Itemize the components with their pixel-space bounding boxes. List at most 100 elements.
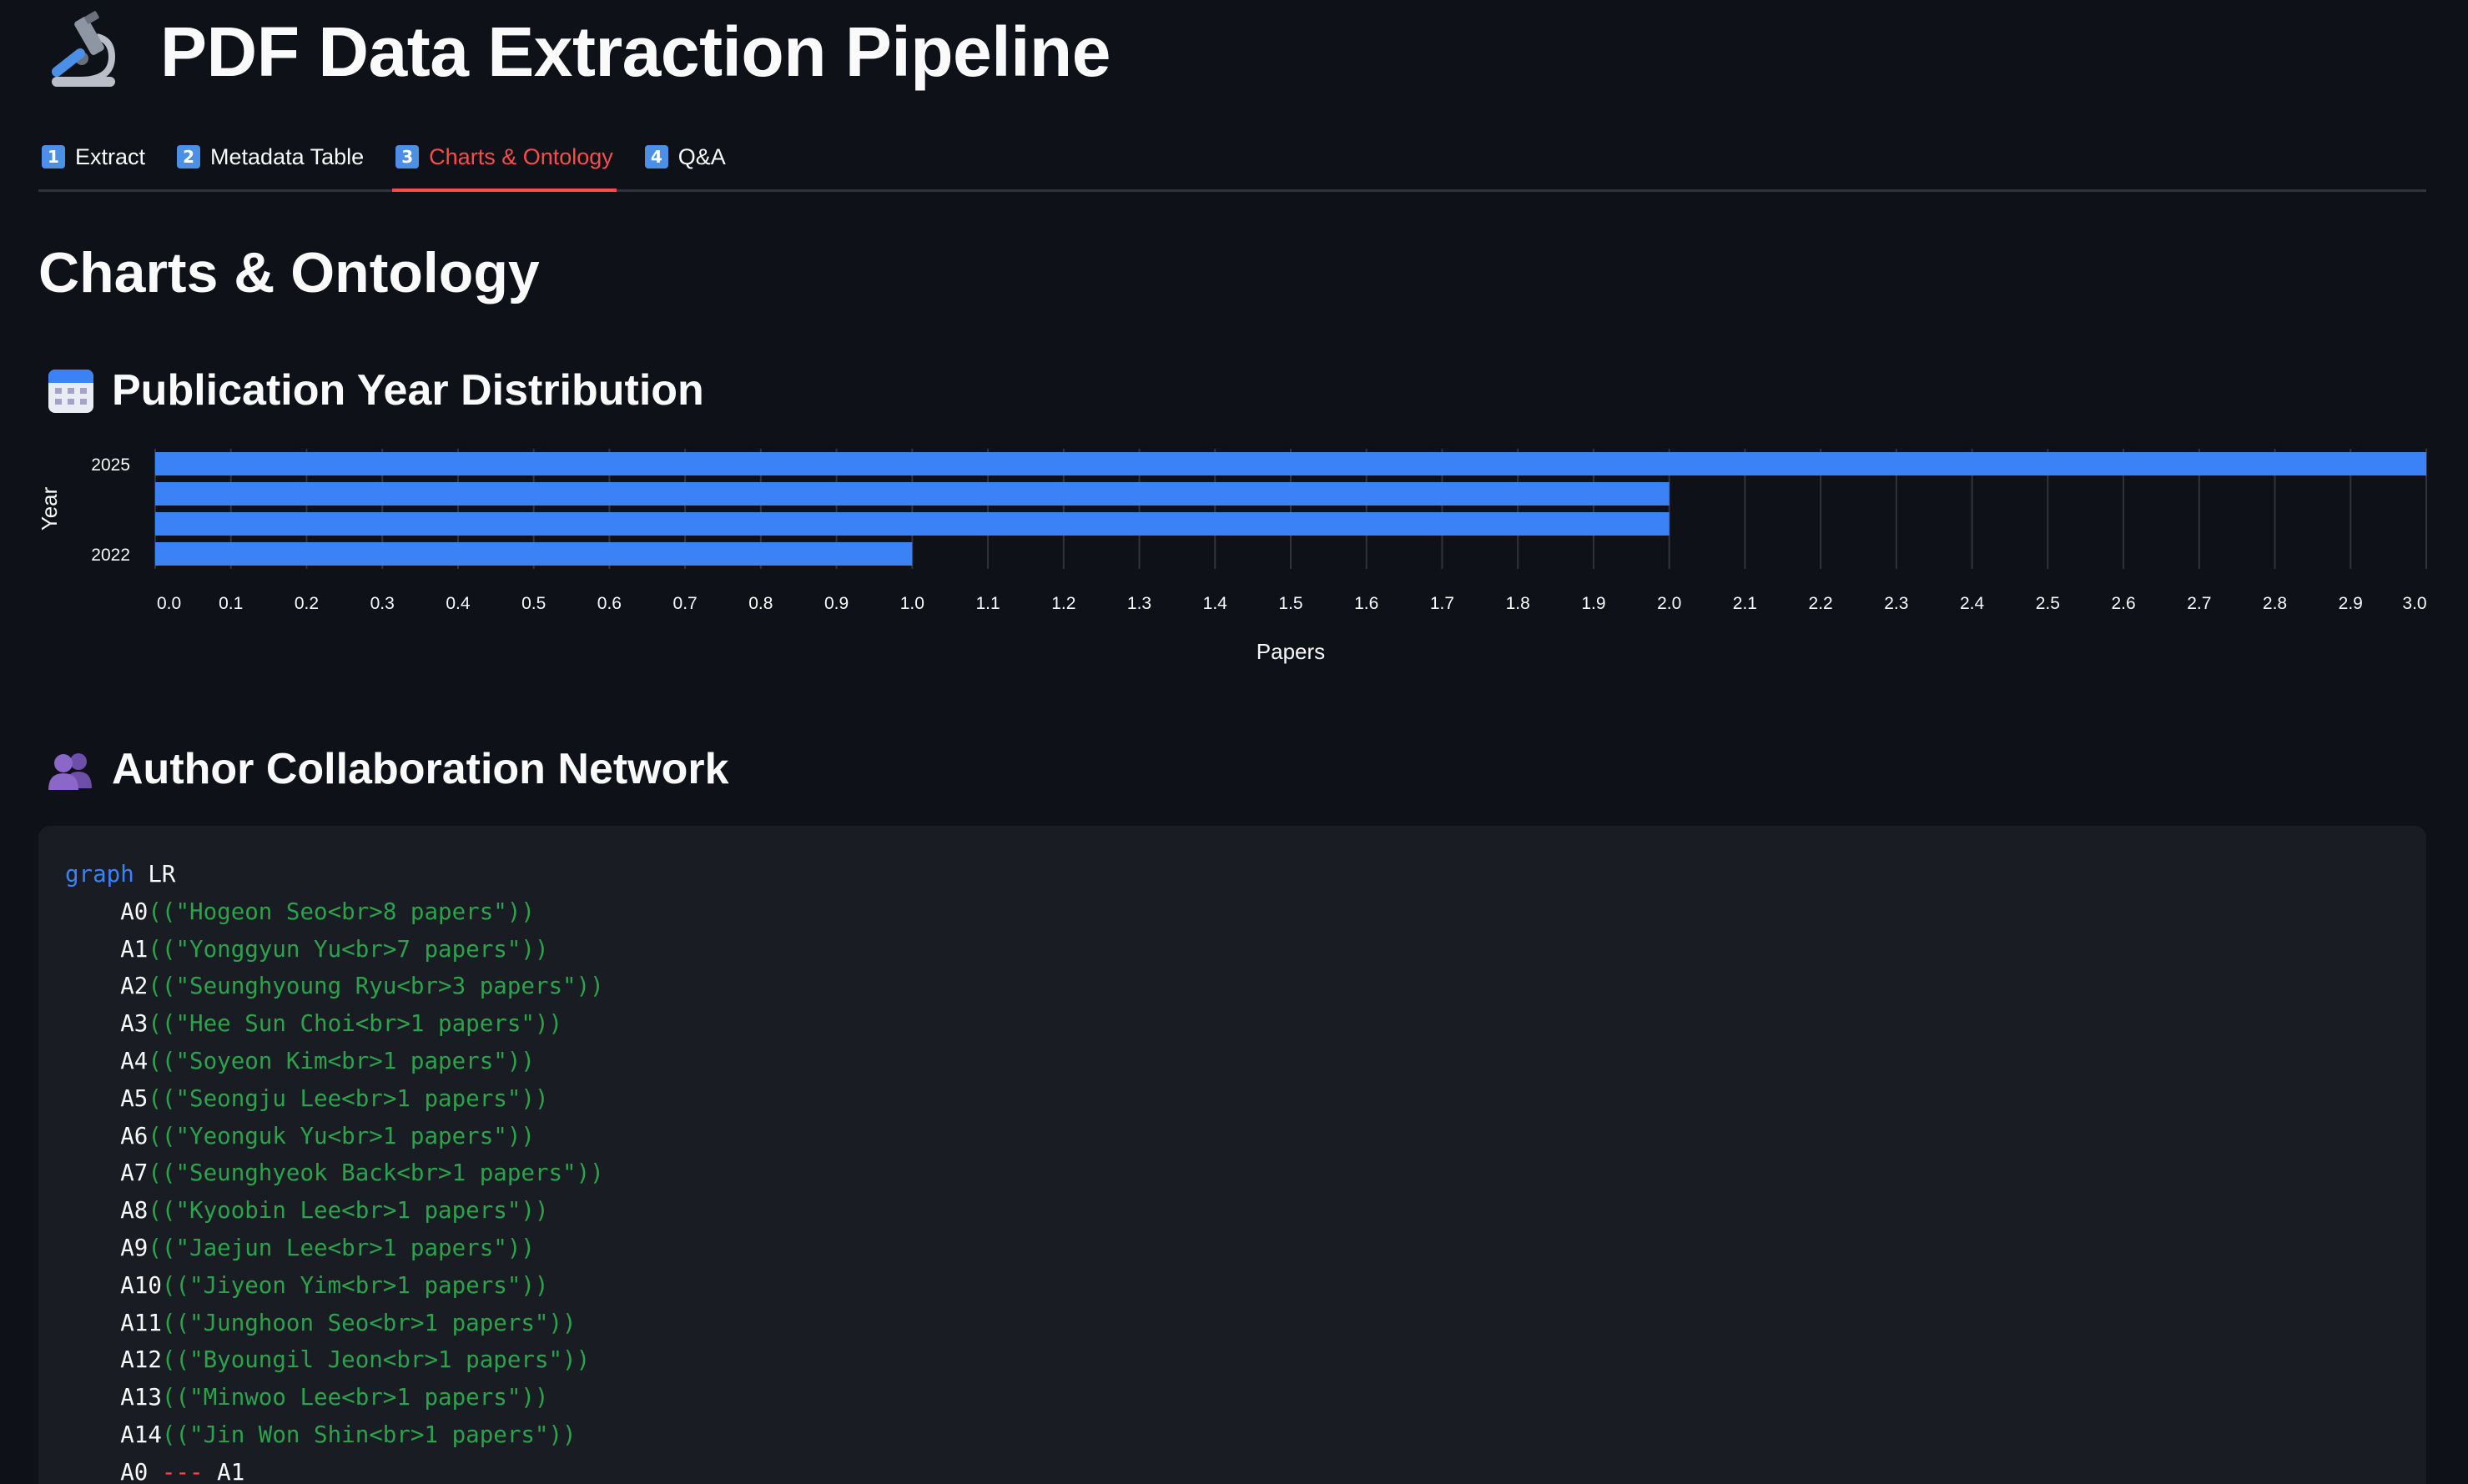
tab-number-icon: 4 — [644, 145, 668, 169]
tab-number-icon: 3 — [395, 145, 420, 169]
node-id: A8 — [120, 1197, 149, 1225]
node-label: (("Seongju Lee<br>1 papers")) — [148, 1084, 549, 1112]
node-id: A7 — [120, 1160, 149, 1187]
tab-label: Q&A — [677, 143, 726, 169]
author-network-header: Author Collaboration Network — [47, 744, 729, 794]
x-tick-label: 1.6 — [1354, 594, 1378, 613]
app-header: PDF Data Extraction Pipeline — [47, 7, 1111, 97]
bar-chart-svg: 0.0 0.1 0.2 0.3 0.4 0.5 0.6 0.7 0.8 0.9 1.0 1.1 1.2 1… — [37, 449, 2427, 664]
code-line: A9(("Jaejun Lee<br>1 papers")) — [65, 1230, 2400, 1267]
node-label: (("Seunghyeok Back<br>1 papers")) — [148, 1160, 604, 1187]
x-tick-label: 1.8 — [1506, 594, 1530, 613]
x-tick-label: 1.2 — [1051, 594, 1075, 613]
code-line: A14(("Jin Won Shin<br>1 papers")) — [65, 1416, 2400, 1454]
author-network-title: Author Collaboration Network — [112, 745, 729, 793]
code-line: A13(("Minwoo Lee<br>1 papers")) — [65, 1379, 2400, 1416]
x-tick-label: 0.2 — [295, 594, 319, 613]
code-line: A11(("Junghoon Seo<br>1 papers")) — [65, 1305, 2400, 1342]
y-tick-label: 2025 — [91, 455, 130, 475]
bar-0 — [155, 452, 2426, 475]
node-id: A13 — [120, 1384, 162, 1411]
x-tick-label: 2.5 — [2036, 594, 2060, 613]
x-tick-label: 0.9 — [824, 594, 849, 613]
tab-bar: 1 Extract 2 Metadata Table 3 Charts & Ontolog… — [38, 133, 2426, 192]
code-line: graph LR — [65, 856, 2400, 893]
code-line: A0(("Hogeon Seo<br>8 papers")) — [65, 893, 2400, 931]
page-title: Charts & Ontology — [38, 241, 540, 304]
x-tick-label: 0.3 — [370, 594, 395, 613]
calendar-icon — [48, 370, 93, 413]
x-tick-label: 1.5 — [1278, 594, 1302, 613]
microscope-icon — [52, 11, 116, 87]
node-label: (("Yeonguk Yu<br>1 papers")) — [148, 1122, 535, 1149]
app-title: PDF Data Extraction Pipeline — [160, 12, 1111, 91]
edge-from: A0 — [120, 1458, 149, 1484]
tab-number-icon: 2 — [177, 145, 201, 169]
node-id: A2 — [120, 973, 149, 1000]
bar-1 — [155, 482, 1670, 506]
x-tick-label: 1.4 — [1203, 594, 1228, 613]
code-line: A3(("Hee Sun Choi<br>1 papers")) — [65, 1005, 2400, 1043]
x-tick-label: 2.6 — [2111, 594, 2135, 613]
node-label: (("Jin Won Shin<br>1 papers")) — [161, 1421, 577, 1448]
tab-metadata-table[interactable]: 2 Metadata Table — [174, 131, 367, 189]
mermaid-code-block[interactable]: graph LR A0(("Hogeon Seo<br>8 papers")) … — [38, 826, 2426, 1484]
node-label: (("Hee Sun Choi<br>1 papers")) — [148, 1010, 563, 1038]
node-label: (("Seunghyoung Ryu<br>3 papers")) — [148, 973, 604, 1000]
node-label: (("Soyeon Kim<br>1 papers")) — [148, 1047, 535, 1074]
x-tick-label: 2.0 — [1657, 594, 1681, 613]
edge-to: A1 — [217, 1458, 245, 1484]
code-line: A5(("Seongju Lee<br>1 papers")) — [65, 1080, 2400, 1118]
code-line: A0 --- A1 — [65, 1454, 2400, 1484]
year-distribution-chart: 0.0 0.1 0.2 0.3 0.4 0.5 0.6 0.7 0.8 0.9 1.0 1.1 1.2 1… — [33, 434, 2436, 676]
code-line: A2(("Seunghyoung Ryu<br>3 papers")) — [65, 968, 2400, 1005]
code-line: A4(("Soyeon Kim<br>1 papers")) — [65, 1043, 2400, 1080]
tab-charts-ontology[interactable]: 3 Charts & Ontology — [392, 131, 617, 192]
code-line: A10(("Jiyeon Yim<br>1 papers")) — [65, 1267, 2400, 1305]
code-line: A7(("Seunghyeok Back<br>1 papers")) — [65, 1155, 2400, 1192]
node-label: (("Byoungil Jeon<br>1 papers")) — [161, 1346, 591, 1374]
node-id: A0 — [120, 898, 149, 925]
x-tick-label: 2.2 — [1809, 594, 1833, 613]
node-label: (("Kyoobin Lee<br>1 papers")) — [148, 1197, 549, 1225]
node-id: A10 — [120, 1271, 162, 1299]
year-distribution-title: Publication Year Distribution — [112, 366, 704, 415]
node-id: A14 — [120, 1421, 162, 1448]
bar-2 — [155, 512, 1670, 536]
code-direction: LR — [148, 861, 176, 888]
code-keyword: graph — [65, 861, 134, 888]
node-label: (("Junghoon Seo<br>1 papers")) — [161, 1309, 577, 1336]
node-id: A5 — [120, 1084, 149, 1112]
node-id: A12 — [120, 1346, 162, 1374]
tab-q-a[interactable]: 4 Q&A — [642, 131, 729, 189]
node-label: (("Jaejun Lee<br>1 papers")) — [148, 1234, 535, 1261]
x-tick-label: 2.3 — [1884, 594, 1908, 613]
x-tick-label: 1.1 — [975, 594, 1000, 613]
x-tick-label: 3.0 — [2402, 594, 2426, 613]
bar-3 — [155, 542, 913, 566]
edge-operator: --- — [161, 1458, 204, 1484]
x-tick-label: 0.7 — [673, 594, 698, 613]
tab-label: Extract — [75, 143, 146, 169]
tab-extract[interactable]: 1 Extract — [38, 131, 149, 189]
people-icon — [48, 753, 92, 790]
year-distribution-header: Publication Year Distribution — [47, 365, 704, 415]
node-id: A1 — [120, 935, 149, 963]
x-tick-label: 0.8 — [748, 594, 773, 613]
tab-label: Metadata Table — [210, 143, 365, 169]
node-label: (("Yonggyun Yu<br>7 papers")) — [148, 935, 549, 963]
